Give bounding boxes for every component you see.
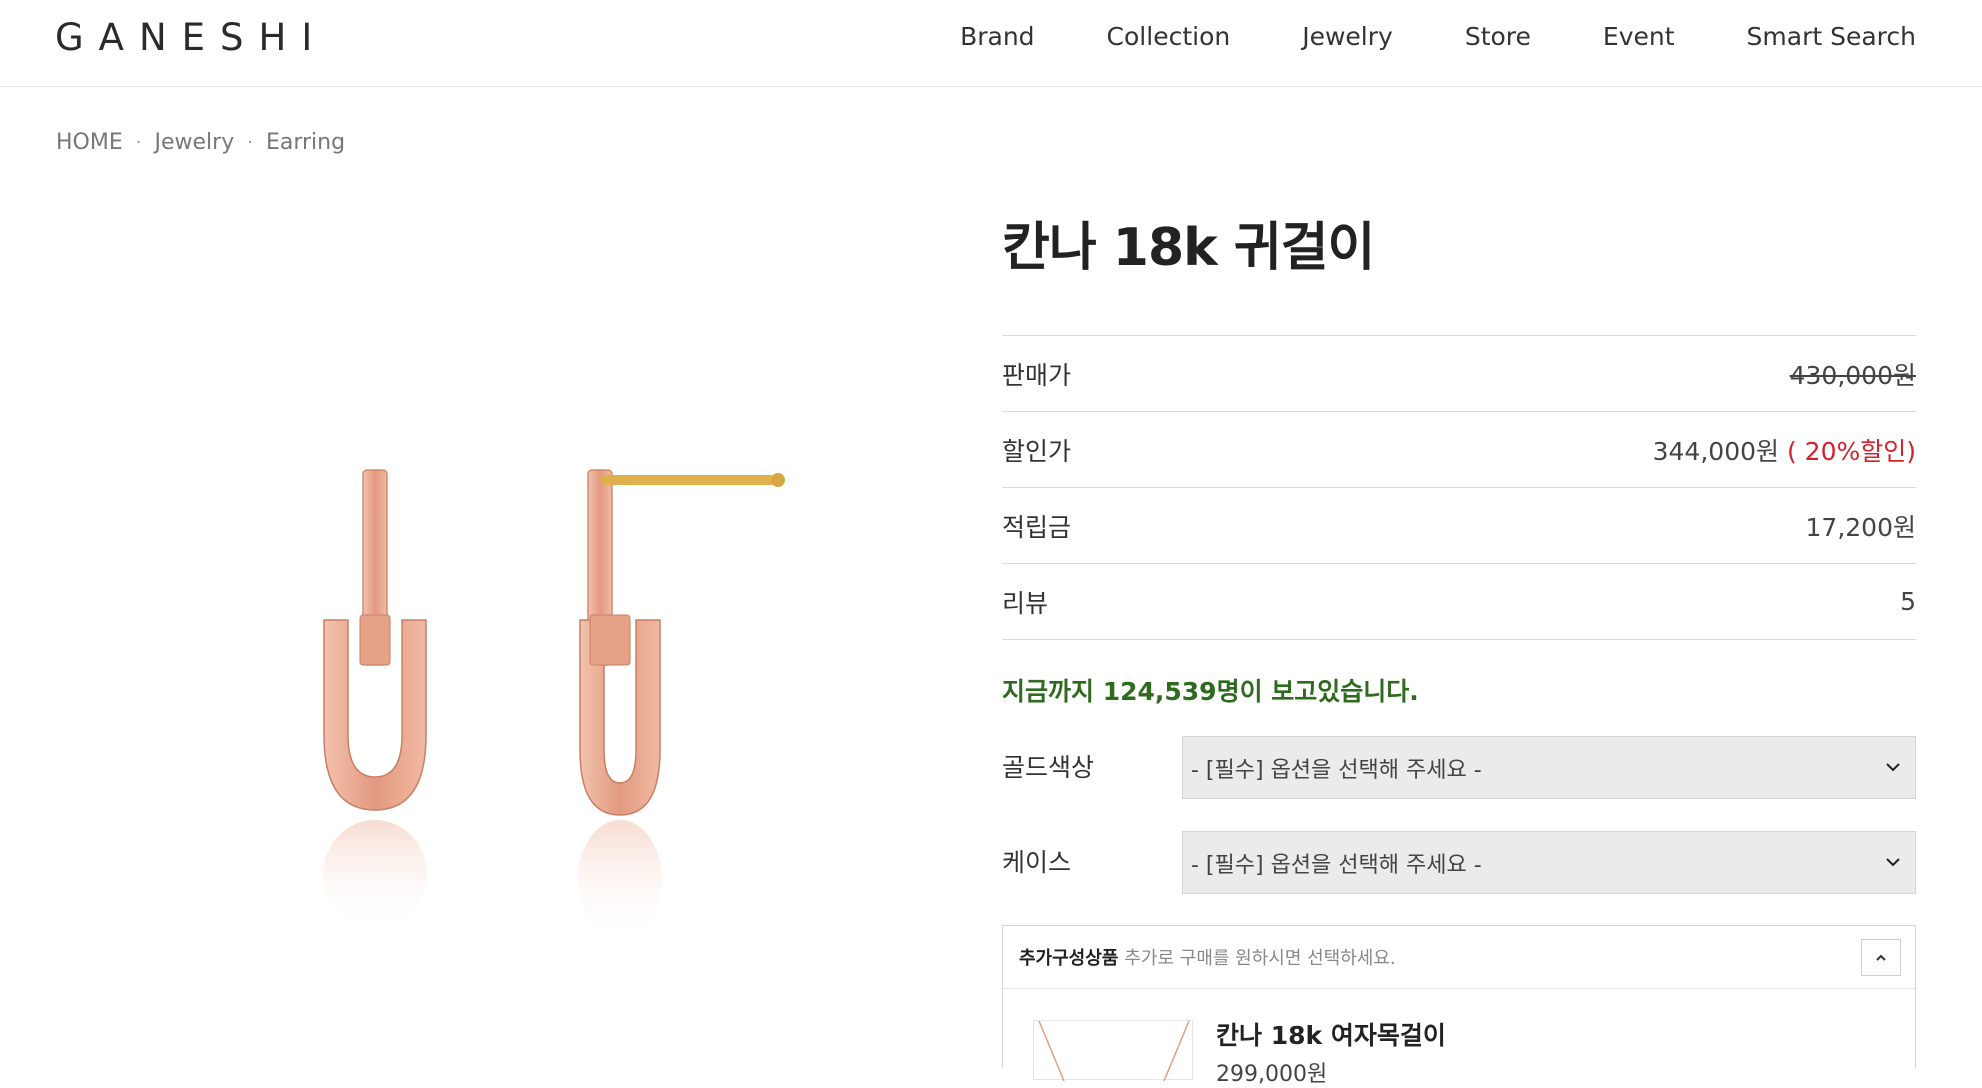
option-label-gold-color: 골드색상 bbox=[1002, 753, 1095, 782]
row-reviews: 리뷰 5 bbox=[1002, 564, 1916, 640]
row-points: 적립금 17,200원 bbox=[1002, 488, 1916, 564]
chevron-down-icon bbox=[1886, 858, 1900, 867]
review-count[interactable]: 5 bbox=[1900, 587, 1916, 616]
row-label: 판매가 bbox=[1002, 360, 1072, 390]
addon-collapse-button[interactable] bbox=[1861, 939, 1901, 976]
discount-rate: ( 20%할인) bbox=[1786, 436, 1916, 466]
addon-item-price: 299,000원 bbox=[1216, 1062, 1328, 1087]
addon-item-name[interactable]: 칸나 18k 여자목걸이 bbox=[1216, 1016, 1446, 1052]
case-select[interactable]: - [필수] 옵션을 선택해 주세요 - bbox=[1182, 831, 1916, 894]
addon-item-thumbnail[interactable] bbox=[1033, 1020, 1193, 1082]
breadcrumb-jewelry[interactable]: Jewelry bbox=[154, 130, 234, 155]
chevron-up-icon bbox=[1876, 954, 1886, 961]
case-select-text: - [필수] 옵션을 선택해 주세요 - bbox=[1191, 852, 1482, 878]
nav-jewelry[interactable]: Jewelry bbox=[1302, 20, 1393, 54]
option-label-case: 케이스 bbox=[1002, 848, 1072, 877]
breadcrumb-separator: · bbox=[247, 132, 253, 153]
row-regular-price: 판매가 430,000원 bbox=[1002, 336, 1916, 412]
gold-color-select-text: - [필수] 옵션을 선택해 주세요 - bbox=[1191, 757, 1482, 783]
nav-brand[interactable]: Brand bbox=[960, 20, 1034, 54]
viewer-count-text: 지금까지 124,539명이 보고있습니다. bbox=[1002, 677, 1419, 706]
nav-event[interactable]: Event bbox=[1603, 20, 1675, 54]
row-label: 리뷰 bbox=[1002, 588, 1049, 618]
breadcrumb-earring[interactable]: Earring bbox=[266, 130, 345, 155]
gold-color-select[interactable]: - [필수] 옵션을 선택해 주세요 - bbox=[1182, 736, 1916, 799]
row-label: 할인가 bbox=[1002, 436, 1072, 466]
product-image bbox=[290, 455, 830, 975]
addon-products-box: 추가구성상품 추가로 구매를 원하시면 선택하세요. 칸나 18k 여자목걸이 … bbox=[1002, 925, 1916, 1087]
nav-collection[interactable]: Collection bbox=[1107, 20, 1231, 54]
row-label: 적립금 bbox=[1002, 512, 1072, 542]
brand-logo[interactable]: GANESHI bbox=[55, 16, 327, 59]
chevron-down-icon bbox=[1886, 763, 1900, 772]
necklace-image bbox=[1038, 1020, 1190, 1082]
points-value: 17,200원 bbox=[1805, 512, 1916, 542]
addon-description: 추가로 구매를 원하시면 선택하세요. bbox=[1124, 948, 1396, 969]
breadcrumb-separator: · bbox=[135, 132, 142, 153]
sale-price-value: 344,000원 bbox=[1652, 436, 1780, 466]
product-title: 칸나 18k 귀걸이 bbox=[1002, 218, 1375, 278]
regular-price-value: 430,000원 bbox=[1789, 360, 1916, 390]
breadcrumb: HOME · Jewelry · Earring bbox=[56, 130, 345, 155]
row-sale-price: 할인가 344,000원 ( 20%할인) bbox=[1002, 412, 1916, 488]
price-table: 판매가 430,000원 할인가 344,000원 ( 20%할인) 적립금 1… bbox=[1002, 335, 1916, 640]
main-nav: Brand Collection Jewelry Store Event Sma… bbox=[888, 20, 1916, 54]
nav-store[interactable]: Store bbox=[1465, 20, 1531, 54]
nav-smart-search[interactable]: Smart Search bbox=[1747, 20, 1916, 54]
earring-illustration bbox=[323, 469, 785, 940]
sale-price-wrap: 344,000원 ( 20%할인) bbox=[1653, 432, 1916, 468]
breadcrumb-home[interactable]: HOME bbox=[56, 130, 123, 155]
addon-header: 추가구성상품 추가로 구매를 원하시면 선택하세요. bbox=[1003, 926, 1915, 989]
addon-title: 추가구성상품 bbox=[1019, 948, 1119, 969]
site-header: GANESHI Brand Collection Jewelry Store E… bbox=[0, 0, 1982, 87]
